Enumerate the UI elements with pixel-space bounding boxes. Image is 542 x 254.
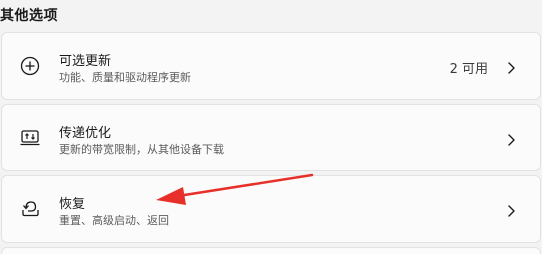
section-title: 其他选项 bbox=[0, 8, 58, 24]
optional-updates-card[interactable]: 可选更新 功能、质量和驱动程序更新 2 可用 bbox=[1, 32, 541, 100]
recovery-subtitle: 重置、高级启动、返回 bbox=[59, 214, 169, 227]
chevron-right-icon bbox=[506, 132, 516, 146]
delivery-optimization-title: 传递优化 bbox=[59, 126, 112, 141]
chevron-right-icon bbox=[506, 60, 516, 74]
recovery-card[interactable]: 恢复 重置、高级启动、返回 bbox=[1, 175, 541, 243]
next-card-partial[interactable] bbox=[1, 247, 541, 254]
available-count: 2 可用 bbox=[449, 62, 488, 77]
optional-updates-subtitle: 功能、质量和驱动程序更新 bbox=[59, 71, 191, 84]
delivery-optimization-icon bbox=[19, 127, 41, 149]
delivery-optimization-subtitle: 更新的带宽限制，从其他设备下载 bbox=[59, 143, 224, 156]
optional-updates-title: 可选更新 bbox=[59, 54, 112, 69]
recovery-title: 恢复 bbox=[59, 197, 86, 212]
plus-circle-icon bbox=[19, 55, 41, 77]
chevron-right-icon bbox=[506, 203, 516, 217]
delivery-optimization-card[interactable]: 传递优化 更新的带宽限制，从其他设备下载 bbox=[1, 104, 541, 171]
recovery-icon bbox=[19, 197, 41, 219]
